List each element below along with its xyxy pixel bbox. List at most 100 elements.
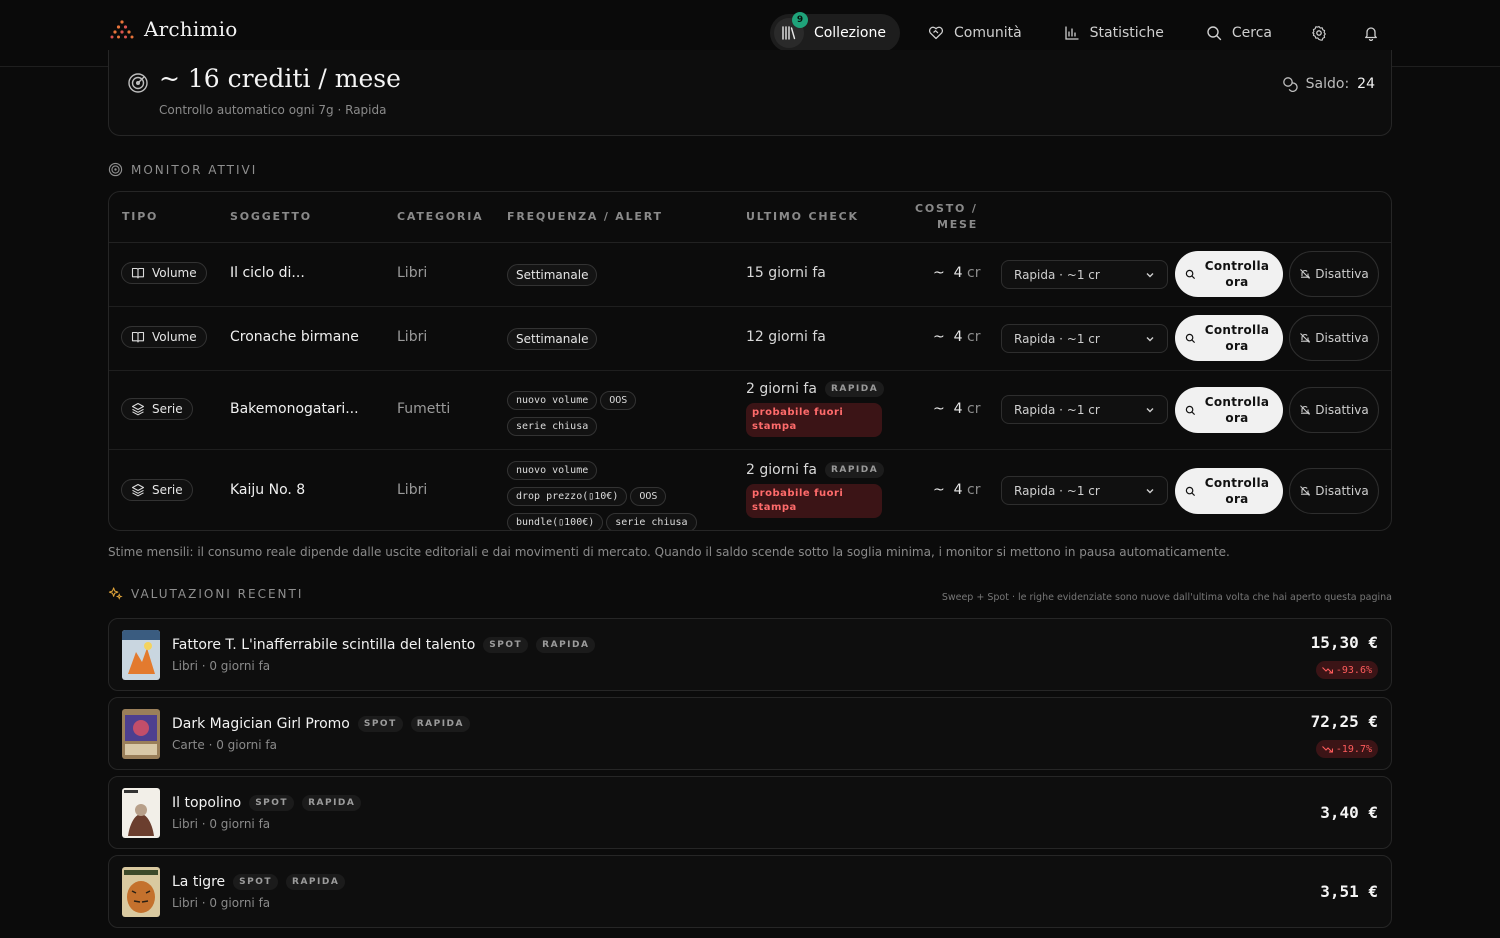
evaluation-title: Fattore T. L'inafferrabile scintilla del…	[172, 637, 596, 653]
book-icon	[131, 331, 145, 343]
subject[interactable]: Kaiju No. 8	[230, 482, 305, 498]
nav-item-statistiche[interactable]: Statistiche	[1050, 14, 1178, 52]
tag-spot: SPOT	[483, 637, 529, 653]
cost-prefix: ~	[933, 265, 945, 281]
cost-prefix: ~	[933, 329, 945, 345]
monthly-cost: ~ 4 cr	[933, 401, 980, 417]
trend-down-icon	[1321, 667, 1333, 674]
plan-select[interactable]: Rapida · ~1 cr	[1001, 476, 1168, 505]
type-chip-volume: Volume	[121, 262, 207, 284]
monthly-credits-subtitle: Controllo automatico ogni 7g · Rapida	[159, 103, 387, 117]
evaluation-row[interactable]: Fattore T. L'inafferrabile scintilla del…	[108, 618, 1392, 691]
check-now-button[interactable]: Controlla ora	[1175, 251, 1283, 297]
warning-text: probabile fuori	[752, 488, 844, 499]
credits-summary-card: ~ 16 crediti / mese Controllo automatico…	[108, 50, 1392, 136]
nav-item-comunita[interactable]: Comunità	[914, 14, 1036, 52]
evaluation-price: 15,30 €	[1310, 633, 1378, 652]
nav-item-cerca[interactable]: Cerca	[1192, 14, 1286, 52]
cost-unit: cr	[967, 482, 981, 498]
evaluation-title: Dark Magician Girl Promo SPOT RAPIDA	[172, 716, 470, 732]
price-delta-value: -93.6%	[1335, 664, 1372, 676]
heart-handshake-icon	[928, 26, 943, 40]
brand[interactable]: Archimio	[110, 17, 238, 41]
check-now-label: Controlla	[1204, 395, 1270, 409]
table-row: Serie Bakemonogatari... Fumetti nuovo vo…	[109, 371, 1391, 450]
category: Libri	[397, 265, 428, 281]
book-icon	[131, 267, 145, 279]
tag-rapida: RAPIDA	[536, 637, 596, 653]
chevron-down-icon	[1146, 407, 1154, 412]
check-now-button[interactable]: Controlla ora	[1175, 315, 1283, 361]
subject[interactable]: Il ciclo di...	[230, 265, 305, 281]
out-of-print-warning: probabile fuori stampa	[746, 484, 882, 518]
evaluation-price: 3,40 €	[1320, 803, 1378, 822]
table-row: Volume Il ciclo di... Libri Settimanale …	[109, 243, 1391, 307]
evaluation-row[interactable]: Il topolino SPOT RAPIDA Libri · 0 giorni f…	[108, 776, 1392, 849]
monthly-cost: ~ 4 cr	[933, 482, 980, 498]
disable-button[interactable]: Disattiva	[1289, 468, 1379, 514]
check-now-button[interactable]: Controlla ora	[1175, 387, 1283, 433]
notifications-button[interactable]	[1352, 14, 1390, 52]
plan-select[interactable]: Rapida · ~1 cr	[1001, 395, 1168, 424]
search-icon	[1185, 405, 1196, 415]
nav-item-collezione[interactable]: 9 Collezione	[769, 12, 900, 52]
active-monitors-heading: MONITOR ATTIVI	[108, 162, 257, 177]
logo-dots-icon	[110, 20, 134, 39]
alert-pill: serie chiusa	[606, 513, 697, 530]
evaluation-price: 3,51 €	[1320, 882, 1378, 901]
column-header-categoria: CATEGORIA	[397, 210, 484, 223]
chevron-down-icon	[1146, 488, 1154, 493]
type-label: Serie	[152, 483, 183, 497]
nav-item-label: Cerca	[1231, 25, 1272, 41]
check-now-label: ora	[1225, 339, 1249, 353]
plan-select-value: Rapida · ~1 cr	[1014, 267, 1100, 282]
section-label-text: MONITOR ATTIVI	[131, 162, 258, 177]
evaluations-hint: Sweep + Spot · le righe evidenziate sono…	[941, 592, 1392, 603]
column-header-soggetto: SOGGETTO	[230, 210, 312, 223]
evaluation-title-text: Fattore T. L'inafferrabile scintilla del…	[172, 637, 476, 653]
last-check: 2 giorni fa RAPIDA	[746, 381, 885, 397]
check-now-label: Controlla	[1204, 476, 1270, 490]
last-check: 15 giorni fa	[746, 265, 826, 281]
category: Fumetti	[397, 401, 451, 417]
alert-pill: OOS	[630, 487, 667, 506]
subject[interactable]: Bakemonogatari...	[230, 401, 359, 417]
price-delta-badge: -19.7%	[1315, 740, 1378, 758]
bell-off-icon	[1300, 405, 1311, 415]
alert-pill: drop prezzo(▯10€)	[507, 487, 628, 506]
speed-tag: RAPIDA	[824, 462, 885, 478]
evaluation-meta: Libri · 0 giorni fa	[172, 659, 271, 673]
trend-down-icon	[1321, 746, 1333, 753]
tag-spot: SPOT	[249, 795, 295, 811]
disable-button[interactable]: Disattiva	[1289, 315, 1379, 361]
disable-button[interactable]: Disattiva	[1289, 251, 1379, 297]
evaluation-row[interactable]: La tigre SPOT RAPIDA Libri · 0 giorni fa 3…	[108, 855, 1392, 928]
cost-value: 4	[953, 482, 963, 498]
cover-thumbnail	[122, 630, 160, 680]
tag-rapida: RAPIDA	[410, 716, 470, 732]
search-icon	[1207, 26, 1222, 41]
plan-select[interactable]: Rapida · ~1 cr	[1001, 324, 1168, 353]
monthly-cost: ~ 4 cr	[933, 329, 980, 345]
evaluation-row[interactable]: Dark Magician Girl Promo SPOT RAPIDA Carte…	[108, 697, 1392, 770]
plan-select[interactable]: Rapida · ~1 cr	[1001, 260, 1168, 289]
monthly-credits-title: ~ 16 crediti / mese	[159, 64, 401, 93]
alert-pill: nuovo volume	[507, 461, 598, 480]
cover-thumbnail	[122, 788, 160, 838]
layers-icon	[131, 483, 145, 497]
card-thumbnail	[122, 709, 160, 759]
app-name: Archimio	[144, 17, 238, 41]
balance-value: 24	[1357, 76, 1375, 92]
cost-value: 4	[953, 265, 963, 281]
check-now-button[interactable]: Controlla ora	[1175, 468, 1283, 514]
settings-button[interactable]	[1300, 14, 1338, 52]
subject[interactable]: Cronache birmane	[230, 329, 359, 345]
nav-item-label: Collezione	[813, 25, 886, 41]
price-delta-badge: -93.6%	[1315, 661, 1378, 679]
disable-button[interactable]: Disattiva	[1289, 387, 1379, 433]
plan-select-value: Rapida · ~1 cr	[1014, 402, 1100, 417]
bell-off-icon	[1300, 486, 1311, 496]
check-now-label: ora	[1225, 411, 1249, 425]
search-icon	[1185, 269, 1196, 279]
balance: Saldo: 24	[1282, 76, 1375, 92]
